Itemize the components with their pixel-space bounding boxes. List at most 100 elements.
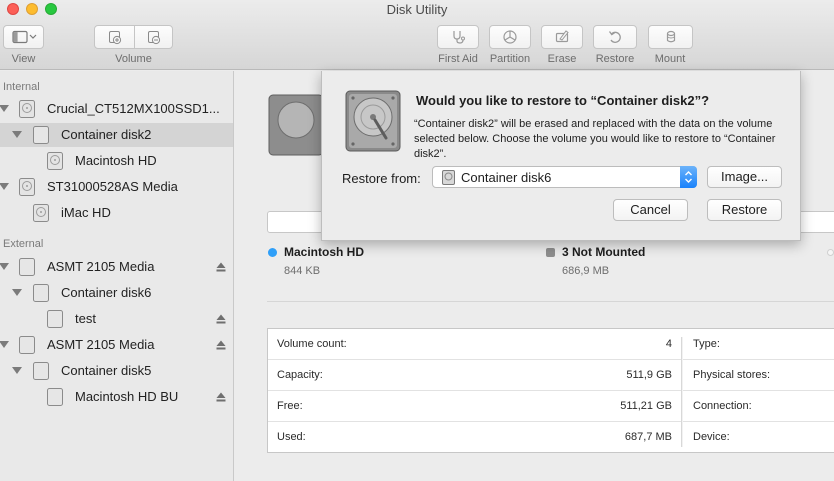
external-drive-icon — [19, 258, 35, 276]
external-drive-icon — [19, 336, 35, 354]
erase-icon — [555, 30, 569, 43]
partition-pie-icon — [503, 30, 517, 44]
dialog-title: Would you like to restore to “Container … — [416, 93, 710, 108]
legend-size: 686,9 MB — [562, 265, 610, 277]
restore-source-value: Container disk6 — [461, 170, 552, 185]
sidebar-item-drive[interactable]: ASMT 2105 Media — [0, 333, 233, 357]
restore-from-label: Restore from: — [342, 171, 421, 186]
hard-drive-icon — [345, 90, 401, 152]
add-volume-button[interactable] — [95, 26, 134, 48]
disclosure-triangle[interactable] — [12, 131, 22, 138]
volume-icon — [47, 152, 63, 170]
eject-icon[interactable] — [216, 340, 226, 350]
sidebar-section-external: External — [3, 238, 44, 250]
sidebar-item-volume[interactable]: test — [0, 307, 233, 331]
info-key: Type: — [693, 338, 720, 350]
disclosure-triangle[interactable] — [12, 289, 22, 296]
popup-stepper[interactable] — [680, 166, 697, 188]
disclosure-triangle[interactable] — [0, 105, 9, 112]
info-row: Volume count: 4 Type: — [268, 329, 834, 360]
view-button[interactable] — [3, 25, 44, 49]
legend-name: 3 Not Mounted — [562, 245, 646, 259]
restore-dialog: Would you like to restore to “Container … — [321, 71, 801, 241]
sidebar-item-drive[interactable]: ASMT 2105 Media — [0, 255, 233, 279]
sidebar-item-drive[interactable]: Crucial_CT512MX100SSD1... — [0, 97, 233, 121]
info-key: Volume count: — [277, 338, 347, 350]
internal-drive-icon — [19, 100, 35, 118]
first-aid-button[interactable] — [437, 25, 479, 49]
legend-color-swatch — [546, 248, 555, 257]
sidebar-item-label: ASMT 2105 Media — [47, 259, 155, 274]
cancel-button[interactable]: Cancel — [613, 199, 688, 221]
container-icon — [33, 284, 49, 302]
sidebar-item-label: Container disk6 — [61, 285, 152, 300]
erase-button[interactable] — [541, 25, 583, 49]
disclosure-triangle[interactable] — [0, 183, 9, 190]
info-key: Free: — [277, 400, 303, 412]
view-label: View — [11, 53, 36, 65]
hard-drive-icon — [268, 94, 324, 156]
info-key: Capacity: — [277, 369, 323, 381]
restore-source-popup[interactable]: Container disk6 — [432, 166, 697, 188]
sidebar-item-label: iMac HD — [61, 205, 111, 220]
sidebar: Internal Crucial_CT512MX100SSD1... Conta… — [0, 71, 234, 481]
sidebar-item-drive[interactable]: ST31000528AS Media — [0, 175, 233, 199]
disclosure-triangle[interactable] — [0, 341, 9, 348]
first-aid-label: First Aid — [438, 53, 478, 65]
info-row: Free: 511,21 GB Connection: — [268, 391, 834, 422]
info-table: Volume count: 4 Type: Capacity: 511,9 GB… — [267, 328, 834, 453]
container-icon — [33, 362, 49, 380]
legend-color-swatch — [268, 248, 277, 257]
info-value: 4 — [665, 338, 672, 350]
sidebar-item-volume[interactable]: Macintosh HD — [0, 149, 233, 173]
info-key: Used: — [277, 431, 306, 443]
partition-label: Partition — [489, 53, 531, 65]
volume-icon — [47, 388, 63, 406]
eject-icon[interactable] — [216, 392, 226, 402]
sidebar-section-internal: Internal — [3, 81, 40, 93]
sidebar-item-label: Container disk5 — [61, 363, 152, 378]
info-row: Capacity: 511,9 GB Physical stores: — [268, 360, 834, 391]
restore-toolbar-button[interactable] — [593, 25, 637, 49]
volume-icon — [33, 204, 49, 222]
info-key: Physical stores: — [693, 369, 771, 381]
remove-volume-button[interactable] — [135, 26, 173, 48]
window-title: Disk Utility — [386, 2, 448, 17]
sidebar-item-volume[interactable]: iMac HD — [0, 201, 233, 225]
sidebar-item-container[interactable]: Container disk2 — [0, 123, 233, 147]
sidebar-item-volume[interactable]: Macintosh HD BU — [0, 385, 233, 409]
info-value: 687,7 MB — [624, 431, 672, 443]
info-row: Used: 687,7 MB Device: — [268, 422, 834, 453]
restore-label: Restore — [595, 53, 635, 65]
erase-label: Erase — [547, 53, 577, 65]
info-key: Device: — [693, 431, 730, 443]
restore-button[interactable]: Restore — [707, 199, 782, 221]
sidebar-item-label: test — [75, 311, 96, 326]
mount-label: Mount — [654, 53, 686, 65]
stethoscope-icon — [453, 31, 465, 44]
info-value: 511,21 GB — [620, 400, 672, 412]
toolbar: Disk Utility View Volume First Aid Parti… — [0, 0, 834, 70]
restore-arrow-icon — [608, 31, 621, 43]
mount-icon — [666, 30, 675, 43]
legend-size: 844 KB — [284, 265, 321, 277]
sidebar-item-label: Container disk2 — [61, 127, 152, 142]
sidebar-item-label: Crucial_CT512MX100SSD1... — [47, 101, 220, 116]
disclosure-triangle[interactable] — [0, 263, 9, 270]
eject-icon[interactable] — [216, 262, 226, 272]
sidebar-item-container[interactable]: Container disk5 — [0, 359, 233, 383]
image-button[interactable]: Image... — [707, 166, 782, 188]
volume-segmented-control — [94, 25, 173, 49]
add-volume-icon — [108, 31, 121, 45]
sidebar-item-label: ASMT 2105 Media — [47, 337, 155, 352]
legend-name: Macintosh HD — [284, 245, 365, 259]
sidebar-item-container[interactable]: Container disk6 — [0, 281, 233, 305]
legend-color-swatch — [827, 249, 834, 256]
partition-button[interactable] — [489, 25, 531, 49]
eject-icon[interactable] — [216, 314, 226, 324]
sidebar-icon — [11, 30, 36, 44]
mount-button[interactable] — [648, 25, 693, 49]
container-icon — [33, 126, 49, 144]
disclosure-triangle[interactable] — [12, 367, 22, 374]
sidebar-item-label: Macintosh HD BU — [75, 389, 179, 404]
